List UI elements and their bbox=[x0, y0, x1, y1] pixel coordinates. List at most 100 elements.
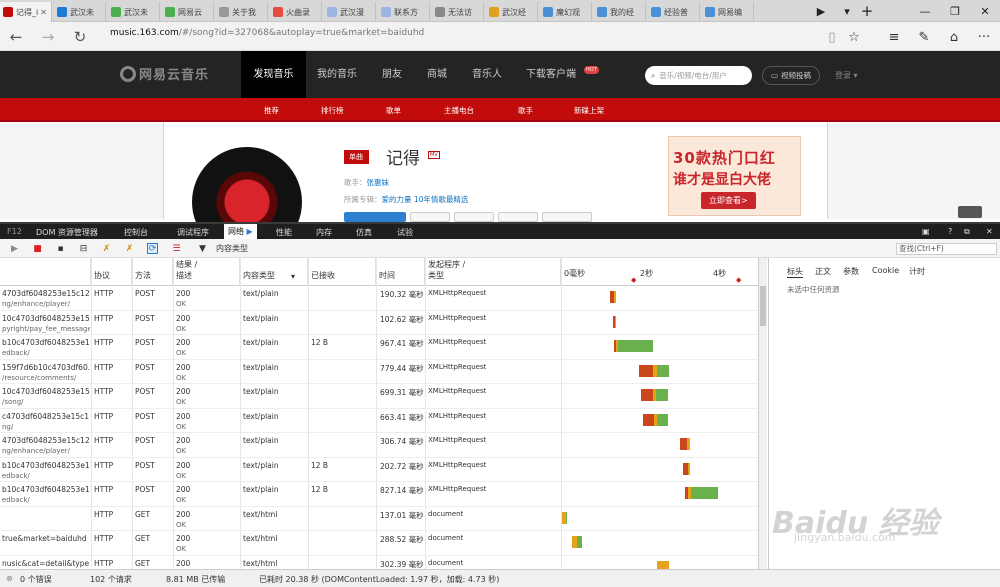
side-tab-params[interactable]: 参数 bbox=[843, 266, 859, 277]
clear-cookies-icon[interactable]: ✗ bbox=[124, 243, 135, 254]
clear-on-navigate-icon[interactable]: ☰ bbox=[171, 243, 182, 254]
status-errors[interactable]: 0 个错误 bbox=[20, 574, 52, 585]
close-devtools-icon[interactable]: ✕ bbox=[986, 227, 993, 236]
forward-icon[interactable]: → bbox=[36, 26, 60, 48]
filter-icon[interactable]: ▼ bbox=[197, 243, 208, 254]
login-link[interactable]: 登录 ▾ bbox=[835, 70, 858, 81]
minimize-icon[interactable]: — bbox=[910, 0, 940, 22]
new-tab-button[interactable]: + bbox=[852, 0, 882, 22]
subnav-artists[interactable]: 歌手 bbox=[518, 105, 533, 116]
nav-download[interactable]: 下载客户端 bbox=[520, 51, 582, 98]
col-time[interactable]: 时间 bbox=[376, 258, 425, 286]
nav-musician[interactable]: 音乐人 bbox=[462, 51, 512, 98]
ad-view-button[interactable]: 立即查看> bbox=[701, 192, 756, 209]
tab-experiments[interactable]: 试验 bbox=[397, 227, 413, 238]
browser-tab[interactable]: 武汉漫 bbox=[324, 2, 376, 22]
stop-profiling-icon[interactable]: ■ bbox=[32, 243, 43, 254]
find-input[interactable]: 查找(Ctrl+F) bbox=[896, 243, 997, 255]
refresh-icon[interactable]: ↻ bbox=[68, 26, 92, 48]
col-result[interactable]: 结果 / 描述 bbox=[173, 258, 240, 286]
tab-dom-explorer[interactable]: DOM 资源管理器 bbox=[36, 227, 98, 238]
console-toggle-icon[interactable]: ▣ bbox=[922, 227, 930, 236]
collect-button[interactable] bbox=[410, 212, 450, 222]
close-tab-icon[interactable]: ✕ bbox=[40, 8, 47, 17]
grid-scrollbar[interactable] bbox=[759, 258, 767, 569]
browser-tab[interactable]: 记得_i ✕ bbox=[0, 2, 52, 22]
browser-tab[interactable]: 我的经 bbox=[594, 2, 646, 22]
col-content-type[interactable]: 内容类型 ▾ bbox=[240, 258, 308, 286]
subnav-recommend[interactable]: 推荐 bbox=[264, 105, 279, 116]
table-row[interactable]: b10c4703df6048253e1... HTTP POST 200 text/pl… bbox=[0, 458, 758, 482]
side-tab-body[interactable]: 正文 bbox=[815, 266, 831, 277]
browser-tab[interactable]: 武汉经 bbox=[486, 2, 538, 22]
tab-debugger[interactable]: 调试程序 bbox=[177, 227, 209, 238]
browser-tab[interactable]: 火曲录 bbox=[270, 2, 322, 22]
always-refresh-icon[interactable]: ⟳ bbox=[147, 243, 158, 254]
reading-view-icon[interactable]: ▯ bbox=[823, 28, 841, 46]
table-row[interactable]: 10c4703df6048253e15... HTTP POST 200 text/pl… bbox=[0, 311, 758, 335]
clear-cache-icon[interactable]: ✗ bbox=[101, 243, 112, 254]
web-note-icon[interactable]: ✎ bbox=[915, 28, 933, 46]
table-row[interactable]: 4703df6048253e15c12ef HTTP POST 200 text/pla… bbox=[0, 433, 758, 458]
browser-tab[interactable]: 联系方 bbox=[378, 2, 430, 22]
tab-performance[interactable]: 性能 bbox=[276, 227, 292, 238]
table-row[interactable]: 159f7d6b10c4703df60... HTTP POST 200 text/pl… bbox=[0, 360, 758, 384]
browser-tab[interactable]: 武汉未 bbox=[54, 2, 106, 22]
hub-icon[interactable]: ≡ bbox=[885, 28, 903, 46]
browser-tab[interactable]: 网易编 bbox=[702, 2, 754, 22]
tab-console[interactable]: 控制台 bbox=[124, 227, 148, 238]
nav-friends[interactable]: 朋友 bbox=[370, 51, 414, 98]
help-icon[interactable]: ? bbox=[948, 227, 952, 236]
nav-mall[interactable]: 商城 bbox=[416, 51, 458, 98]
table-row[interactable]: b10c4703df6048253e1... HTTP POST 200 text/pl… bbox=[0, 335, 758, 360]
browser-tab[interactable]: 武汉未 bbox=[108, 2, 160, 22]
col-timeline[interactable]: 0毫秒 2秒 4秒 ◆ ◆ bbox=[561, 258, 758, 286]
back-icon[interactable]: ← bbox=[4, 26, 28, 48]
tab-emulation[interactable]: 仿真 bbox=[356, 227, 372, 238]
browser-tab[interactable]: 无法访 bbox=[432, 2, 484, 22]
table-row[interactable]: nusic&cat=detail&type... HTTP GET 200 text/h… bbox=[0, 556, 758, 569]
comment-button[interactable] bbox=[542, 212, 592, 222]
more-icon[interactable]: ··· bbox=[975, 28, 993, 46]
browser-tab[interactable]: 网易云 bbox=[162, 2, 214, 22]
col-method[interactable]: 方法 bbox=[132, 258, 173, 286]
tab-memory[interactable]: 内存 bbox=[316, 227, 332, 238]
singer-link[interactable]: 张惠妹 bbox=[367, 178, 390, 187]
table-row[interactable]: c4703df6048253e15c1... HTTP POST 200 text/pl… bbox=[0, 409, 758, 433]
side-tab-cookies[interactable]: Cookie bbox=[872, 266, 899, 275]
netease-logo[interactable]: 网易云音乐 bbox=[120, 64, 209, 83]
scroll-handle-icon[interactable] bbox=[958, 206, 982, 218]
nav-my-music[interactable]: 我的音乐 bbox=[308, 51, 366, 98]
export-har-icon[interactable]: ▪ bbox=[55, 243, 66, 254]
url-field[interactable]: music.163.com/#/song?id=327068&autoplay=… bbox=[110, 28, 424, 38]
start-profiling-icon[interactable]: ▶ bbox=[9, 243, 20, 254]
col-protocol[interactable]: 协议 bbox=[91, 258, 132, 286]
nav-discover[interactable]: 发现音乐 bbox=[241, 51, 306, 98]
col-received[interactable]: 已接收 bbox=[308, 258, 376, 286]
maximize-icon[interactable]: ❐ bbox=[940, 0, 970, 22]
table-row[interactable]: HTTP GET 200 text/html 137.01 毫秒 document OK bbox=[0, 507, 758, 531]
browser-tab[interactable]: 经验普 bbox=[648, 2, 700, 22]
close-window-icon[interactable]: ✕ bbox=[970, 0, 1000, 22]
share-button[interactable] bbox=[454, 212, 494, 222]
col-initiator[interactable]: 发起程序 / 类型 bbox=[425, 258, 561, 286]
tab-network[interactable]: 网络 ▶ bbox=[224, 224, 257, 239]
col-name[interactable] bbox=[0, 258, 91, 286]
filter-content-type-label[interactable]: 内容类型 bbox=[216, 243, 248, 254]
table-row[interactable]: b10c4703df6048253e1... HTTP POST 200 text/pl… bbox=[0, 482, 758, 507]
undock-icon[interactable]: ⧉ bbox=[964, 227, 970, 237]
site-search-input[interactable]: ⌕ 音乐/视频/电台/用户 bbox=[645, 66, 752, 85]
table-row[interactable]: 4703df6048253e15c12ef HTTP POST 200 text/pla… bbox=[0, 286, 758, 311]
subnav-playlists[interactable]: 歌单 bbox=[386, 105, 401, 116]
subnav-radio[interactable]: 主播电台 bbox=[444, 105, 474, 116]
table-row[interactable]: true&market=baiduhd HTTP GET 200 text/html 28… bbox=[0, 531, 758, 556]
browser-tab[interactable]: 关于我 bbox=[216, 2, 268, 22]
share-icon[interactable]: ⌂ bbox=[945, 28, 963, 46]
browser-tab[interactable]: 魔幻观 bbox=[540, 2, 592, 22]
subnav-new-albums[interactable]: 新碟上架 bbox=[574, 105, 604, 116]
clear-entries-icon[interactable]: ⊟ bbox=[78, 243, 89, 254]
subnav-charts[interactable]: 排行榜 bbox=[321, 105, 344, 116]
album-link[interactable]: 爱的力量 10年情歌最精选 bbox=[382, 195, 469, 204]
video-upload-button[interactable]: ▭ 视频投稿 bbox=[762, 66, 820, 85]
grid-scrollbar-thumb[interactable] bbox=[760, 286, 766, 326]
